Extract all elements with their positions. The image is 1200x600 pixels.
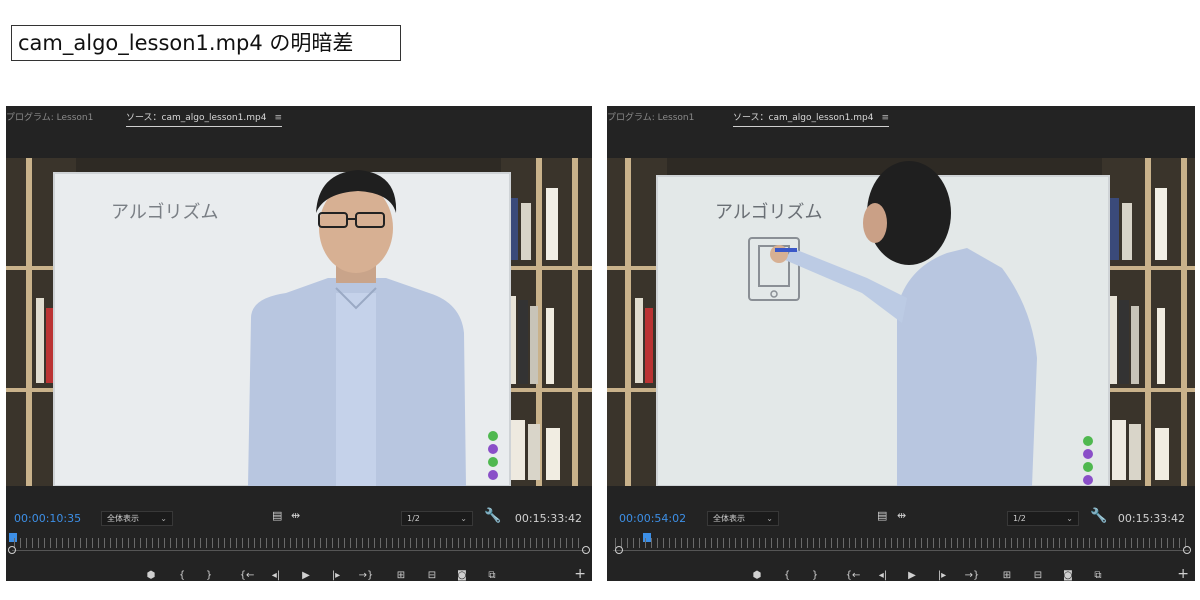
tab-source-label: ソース：cam_algo_lesson1.mp4	[126, 113, 267, 123]
resolution-value: 1/2	[407, 514, 420, 523]
monitor-controls: 00:00:54:02 全体表示 ⌄ ▤ ⇹ 1/2 ⌄ 🔧 00:15:33:42…	[607, 486, 1195, 581]
overwrite-icon[interactable]: ⊟	[1030, 569, 1046, 581]
compare-icon[interactable]: ⇹	[291, 509, 300, 522]
whiteboard-text: アルゴリズム	[111, 202, 218, 223]
go-to-out-icon[interactable]: →}	[964, 569, 980, 581]
settings-grid-icon[interactable]: ▤	[877, 509, 887, 522]
resolution-select[interactable]: 1/2 ⌄	[401, 511, 473, 526]
panel-menu-icon[interactable]: ≡	[881, 113, 889, 123]
go-to-out-icon[interactable]: →}	[358, 569, 374, 581]
chevron-down-icon: ⌄	[160, 514, 167, 523]
source-monitor-right: プログラム: Lesson1 ソース：cam_algo_lesson1.mp4 ≡	[607, 106, 1195, 581]
marker-icon[interactable]: ⬢	[143, 569, 159, 581]
zoom-value: 全体表示	[107, 514, 139, 523]
page-title: cam_algo_lesson1.mp4 の明暗差	[11, 25, 401, 61]
overwrite-icon[interactable]: ⊟	[424, 569, 440, 581]
time-ruler[interactable]	[14, 538, 584, 548]
play-icon[interactable]: ▶	[904, 569, 920, 581]
camera-icon[interactable]: ◙	[454, 569, 470, 581]
tab-source[interactable]: ソース：cam_algo_lesson1.mp4 ≡	[126, 110, 282, 127]
transport-bar: ⬢ { } {← ◂| ▶ |▸ →} ⊞ ⊟ ◙ ⧉	[607, 569, 1195, 581]
video-frame: アルゴリズム	[607, 158, 1195, 486]
chevron-down-icon: ⌄	[766, 514, 773, 523]
resolution-value: 1/2	[1013, 514, 1026, 523]
wrench-icon[interactable]: 🔧	[484, 508, 501, 524]
duration-timecode: 00:15:33:42	[514, 512, 582, 525]
panel-menu-icon[interactable]: ≡	[274, 113, 282, 123]
in-point-handle[interactable]	[8, 546, 16, 554]
tab-program[interactable]: プログラム: Lesson1	[6, 110, 93, 123]
step-forward-icon[interactable]: |▸	[934, 569, 950, 581]
zoom-select[interactable]: 全体表示 ⌄	[101, 511, 173, 526]
button-editor-icon[interactable]: ⧉	[1090, 569, 1106, 581]
current-timecode[interactable]: 00:00:10:35	[14, 512, 81, 525]
mark-in-icon[interactable]: {	[779, 569, 795, 581]
transport-bar: ⬢ { } {← ◂| ▶ |▸ →} ⊞ ⊟ ◙ ⧉	[6, 569, 592, 581]
zoom-select[interactable]: 全体表示 ⌄	[707, 511, 779, 526]
chevron-down-icon: ⌄	[1066, 514, 1073, 523]
settings-grid-icon[interactable]: ▤	[272, 509, 282, 522]
time-ruler[interactable]	[615, 538, 1187, 548]
tab-source[interactable]: ソース：cam_algo_lesson1.mp4 ≡	[733, 110, 889, 127]
whiteboard-text: アルゴリズム	[715, 202, 822, 223]
play-icon[interactable]: ▶	[298, 569, 314, 581]
mark-out-icon[interactable]: }	[807, 569, 823, 581]
panel-tabs: プログラム: Lesson1 ソース：cam_algo_lesson1.mp4 ≡	[6, 106, 592, 158]
camera-icon[interactable]: ◙	[1060, 569, 1076, 581]
mark-in-icon[interactable]: {	[174, 569, 190, 581]
wrench-icon[interactable]: 🔧	[1090, 508, 1107, 524]
scrub-track[interactable]	[613, 550, 1189, 551]
go-to-in-icon[interactable]: {←	[239, 569, 255, 581]
step-back-icon[interactable]: ◂|	[875, 569, 891, 581]
insert-icon[interactable]: ⊞	[393, 569, 409, 581]
resolution-select[interactable]: 1/2 ⌄	[1007, 511, 1079, 526]
video-frame: アルゴリズム	[6, 158, 592, 486]
step-back-icon[interactable]: ◂|	[268, 569, 284, 581]
chevron-down-icon: ⌄	[460, 514, 467, 523]
video-frame-image: アルゴリズム	[6, 158, 592, 486]
video-frame-image: アルゴリズム	[607, 158, 1195, 486]
step-forward-icon[interactable]: |▸	[328, 569, 344, 581]
panel-tabs: プログラム: Lesson1 ソース：cam_algo_lesson1.mp4 ≡	[607, 106, 1195, 158]
source-monitor-left: プログラム: Lesson1 ソース：cam_algo_lesson1.mp4 ≡	[6, 106, 592, 581]
in-point-handle[interactable]	[615, 546, 623, 554]
monitor-controls: 00:00:10:35 全体表示 ⌄ ▤ ⇹ 1/2 ⌄ 🔧 00:15:33:42…	[6, 486, 592, 581]
duration-timecode: 00:15:33:42	[1117, 512, 1185, 525]
go-to-in-icon[interactable]: {←	[845, 569, 861, 581]
plus-icon[interactable]: +	[574, 566, 586, 581]
tab-source-label: ソース：cam_algo_lesson1.mp4	[733, 113, 874, 123]
insert-icon[interactable]: ⊞	[999, 569, 1015, 581]
zoom-value: 全体表示	[713, 514, 745, 523]
button-editor-icon[interactable]: ⧉	[484, 569, 500, 581]
out-point-handle[interactable]	[582, 546, 590, 554]
scrub-track[interactable]	[12, 550, 586, 551]
mark-out-icon[interactable]: }	[201, 569, 217, 581]
plus-icon[interactable]: +	[1177, 566, 1189, 581]
marker-icon[interactable]: ⬢	[749, 569, 765, 581]
current-timecode[interactable]: 00:00:54:02	[619, 512, 686, 525]
tab-program[interactable]: プログラム: Lesson1	[607, 110, 694, 123]
compare-icon[interactable]: ⇹	[897, 509, 906, 522]
out-point-handle[interactable]	[1183, 546, 1191, 554]
